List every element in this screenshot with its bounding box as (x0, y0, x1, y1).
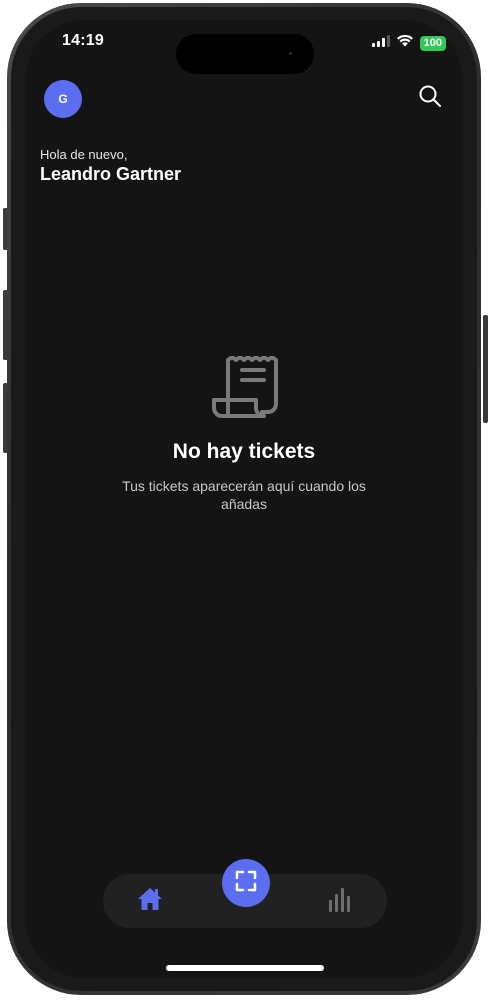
search-button[interactable] (416, 84, 444, 112)
home-icon (137, 887, 163, 916)
avatar[interactable]: G (44, 80, 82, 118)
wifi-icon (396, 34, 414, 52)
empty-state-subtitle: Tus tickets aparecerán aquí cuando los a… (122, 478, 366, 512)
user-name: Leandro Gartner (40, 164, 182, 184)
empty-state-title: No hay tickets (172, 440, 316, 463)
status-time: 14:19 (62, 32, 104, 49)
signal-icon (371, 34, 390, 52)
battery-icon: 100 (419, 35, 446, 51)
status-indicators: 100 (371, 34, 446, 52)
app-screen: 14:19 100 G Hola de nuevo, Leandro Gartn… (26, 20, 462, 978)
scan-icon (235, 870, 257, 897)
camera-dot (289, 52, 292, 55)
home-indicator[interactable] (166, 965, 324, 971)
phone-frame: 14:19 100 G Hola de nuevo, Leandro Gartn… (0, 0, 491, 1000)
tab-stats[interactable] (323, 884, 357, 918)
receipt-icon (212, 355, 278, 425)
stats-icon (328, 886, 352, 917)
scan-button[interactable] (222, 859, 270, 907)
tab-home[interactable] (133, 884, 167, 918)
power-button (483, 315, 488, 423)
search-icon (418, 84, 442, 113)
dynamic-island (176, 34, 314, 74)
greeting-text: Hola de nuevo, (40, 147, 128, 162)
